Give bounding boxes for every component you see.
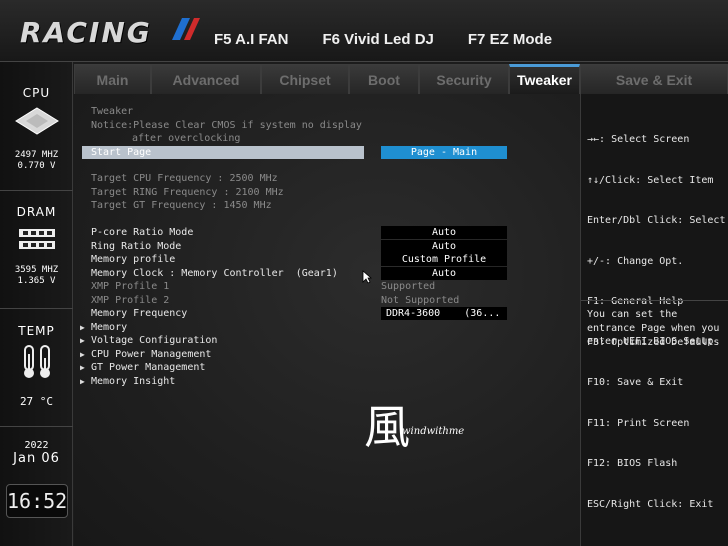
help-line: +/-: Change Opt. [587, 255, 684, 267]
xmp-profile-1-value: Supported [381, 281, 436, 292]
tab-main[interactable]: Main [74, 64, 151, 94]
cpu-title: CPU [22, 86, 51, 100]
pcore-ratio-mode-label: P-core Ratio Mode [91, 227, 194, 238]
temp-value: 27 °C [19, 395, 54, 408]
ring-ratio-mode-value[interactable]: Auto [381, 240, 507, 253]
hotkey-vivid-led-dj[interactable]: F6 Vivid Led DJ [322, 31, 433, 48]
date-display: 2022 Jan 06 [0, 440, 73, 466]
xmp-profile-1-label: XMP Profile 1 [91, 281, 170, 292]
dram-status: DRAM 3595 MHZ 1.365 V [0, 205, 73, 287]
cpu-voltage: 0.770 V [17, 161, 56, 171]
mouse-cursor-icon [362, 270, 372, 284]
racing-logo: RACING [20, 16, 152, 49]
submenu-arrow-icon: ▶ [80, 336, 85, 345]
tab-tweaker[interactable]: Tweaker [509, 64, 580, 94]
temp-title: TEMP [18, 324, 55, 338]
header-bar: RACING F5 A.I FAN F6 Vivid Led DJ F7 EZ … [0, 0, 728, 62]
tab-chipset[interactable]: Chipset [261, 64, 349, 94]
notice-line-1: Notice:Please Clear CMOS if system no di… [91, 120, 362, 131]
submenu-cpu-power-management[interactable]: ▶ CPU Power Management [74, 348, 580, 361]
help-line: F12: BIOS Flash [587, 458, 678, 469]
watermark: 風 windwithme [364, 404, 464, 450]
dram-title: DRAM [16, 205, 57, 219]
notice-line-2: after overclocking [132, 133, 241, 144]
submenu-voltage-configuration[interactable]: ▶ Voltage Configuration [74, 334, 580, 347]
submenu-label: CPU Power Management [91, 349, 212, 360]
temp-status: TEMP 27 °C [0, 324, 73, 407]
sidebar-divider [0, 426, 73, 427]
logo-mark-icon [172, 18, 200, 40]
cpu-chip-icon [14, 107, 59, 135]
tab-save-exit[interactable]: Save & Exit [580, 64, 728, 94]
help-divider [581, 300, 728, 301]
help-line: ESC/Right Click: Exit [587, 498, 714, 510]
help-line: ↑↓/Click: Select Item [587, 174, 714, 186]
tweaker-panel: Tweaker Notice:Please Clear CMOS if syst… [74, 94, 580, 546]
submenu-arrow-icon: ▶ [80, 350, 85, 359]
submenu-memory[interactable]: ▶ Memory [74, 321, 580, 334]
date-year: 2022 [24, 440, 49, 451]
section-title: Tweaker [91, 106, 134, 117]
clock-display: 16:52 [6, 484, 68, 518]
help-line: Enter/Dbl Click: Select [587, 215, 726, 226]
dram-voltage: 1.365 V [17, 276, 56, 286]
tab-advanced[interactable]: Advanced [151, 64, 261, 94]
cpu-frequency: 2497 MHZ [14, 150, 59, 160]
hotkey-ai-fan[interactable]: F5 A.I FAN [214, 31, 288, 48]
start-page-value[interactable]: Page - Main [381, 146, 507, 159]
memory-frequency-label: Memory Frequency [91, 308, 188, 319]
memory-profile-label: Memory profile [91, 254, 176, 265]
help-line: →←: Select Screen [587, 134, 690, 145]
submenu-label: Memory [91, 322, 128, 333]
status-sidebar: CPU 2497 MHZ 0.770 V DRAM 3595 MHZ 1.365… [0, 62, 73, 546]
date-month-day: Jan 06 [13, 451, 60, 466]
tab-bar: Main Advanced Chipset Boot Security Twea… [74, 64, 728, 94]
submenu-label: Memory Insight [91, 376, 176, 387]
cpu-status: CPU 2497 MHZ 0.770 V [0, 86, 73, 172]
submenu-gt-power-management[interactable]: ▶ GT Power Management [74, 361, 580, 374]
tab-boot[interactable]: Boot [349, 64, 419, 94]
xmp-profile-2-value: Not Supported [381, 295, 460, 306]
hotkey-ez-mode[interactable]: F7 EZ Mode [468, 31, 552, 48]
pcore-ratio-mode-value[interactable]: Auto [381, 226, 507, 239]
target-cpu-frequency: Target CPU Frequency : 2500 MHz [91, 173, 278, 184]
help-line: F10: Save & Exit [587, 377, 684, 388]
memory-clock-label: Memory Clock : Memory Controller (Gear1) [91, 268, 338, 279]
sidebar-divider [0, 190, 73, 191]
target-gt-frequency: Target GT Frequency : 1450 MHz [91, 200, 272, 211]
start-page-label[interactable]: Start Page [91, 146, 151, 159]
help-line: F11: Print Screen [587, 417, 690, 429]
submenu-label: GT Power Management [91, 362, 206, 373]
help-line: F1: General Help [587, 296, 684, 307]
item-description: You can set the entrance Page when you e… [587, 309, 720, 347]
submenu-memory-insight[interactable]: ▶ Memory Insight [74, 375, 580, 388]
tab-security[interactable]: Security [419, 64, 509, 94]
help-panel: →←: Select Screen ↑↓/Click: Select Item … [580, 94, 728, 546]
xmp-profile-2-label: XMP Profile 2 [91, 295, 170, 306]
thermometer-icon [23, 345, 50, 378]
submenu-arrow-icon: ▶ [80, 363, 85, 372]
submenu-arrow-icon: ▶ [80, 323, 85, 332]
watermark-text: windwithme [402, 426, 465, 437]
memory-clock-value[interactable]: Auto [381, 267, 507, 280]
submenu-label: Voltage Configuration [91, 335, 218, 346]
dram-frequency: 3595 MHZ [14, 265, 59, 275]
dram-module-icon [18, 229, 55, 249]
target-ring-frequency: Target RING Frequency : 2100 MHz [91, 187, 284, 198]
submenu-arrow-icon: ▶ [80, 377, 85, 386]
memory-profile-value[interactable]: Custom Profile [381, 253, 507, 266]
sidebar-divider [0, 308, 73, 309]
memory-frequency-value[interactable]: DDR4-3600 (36... [381, 307, 507, 320]
ring-ratio-mode-label: Ring Ratio Mode [91, 241, 182, 252]
